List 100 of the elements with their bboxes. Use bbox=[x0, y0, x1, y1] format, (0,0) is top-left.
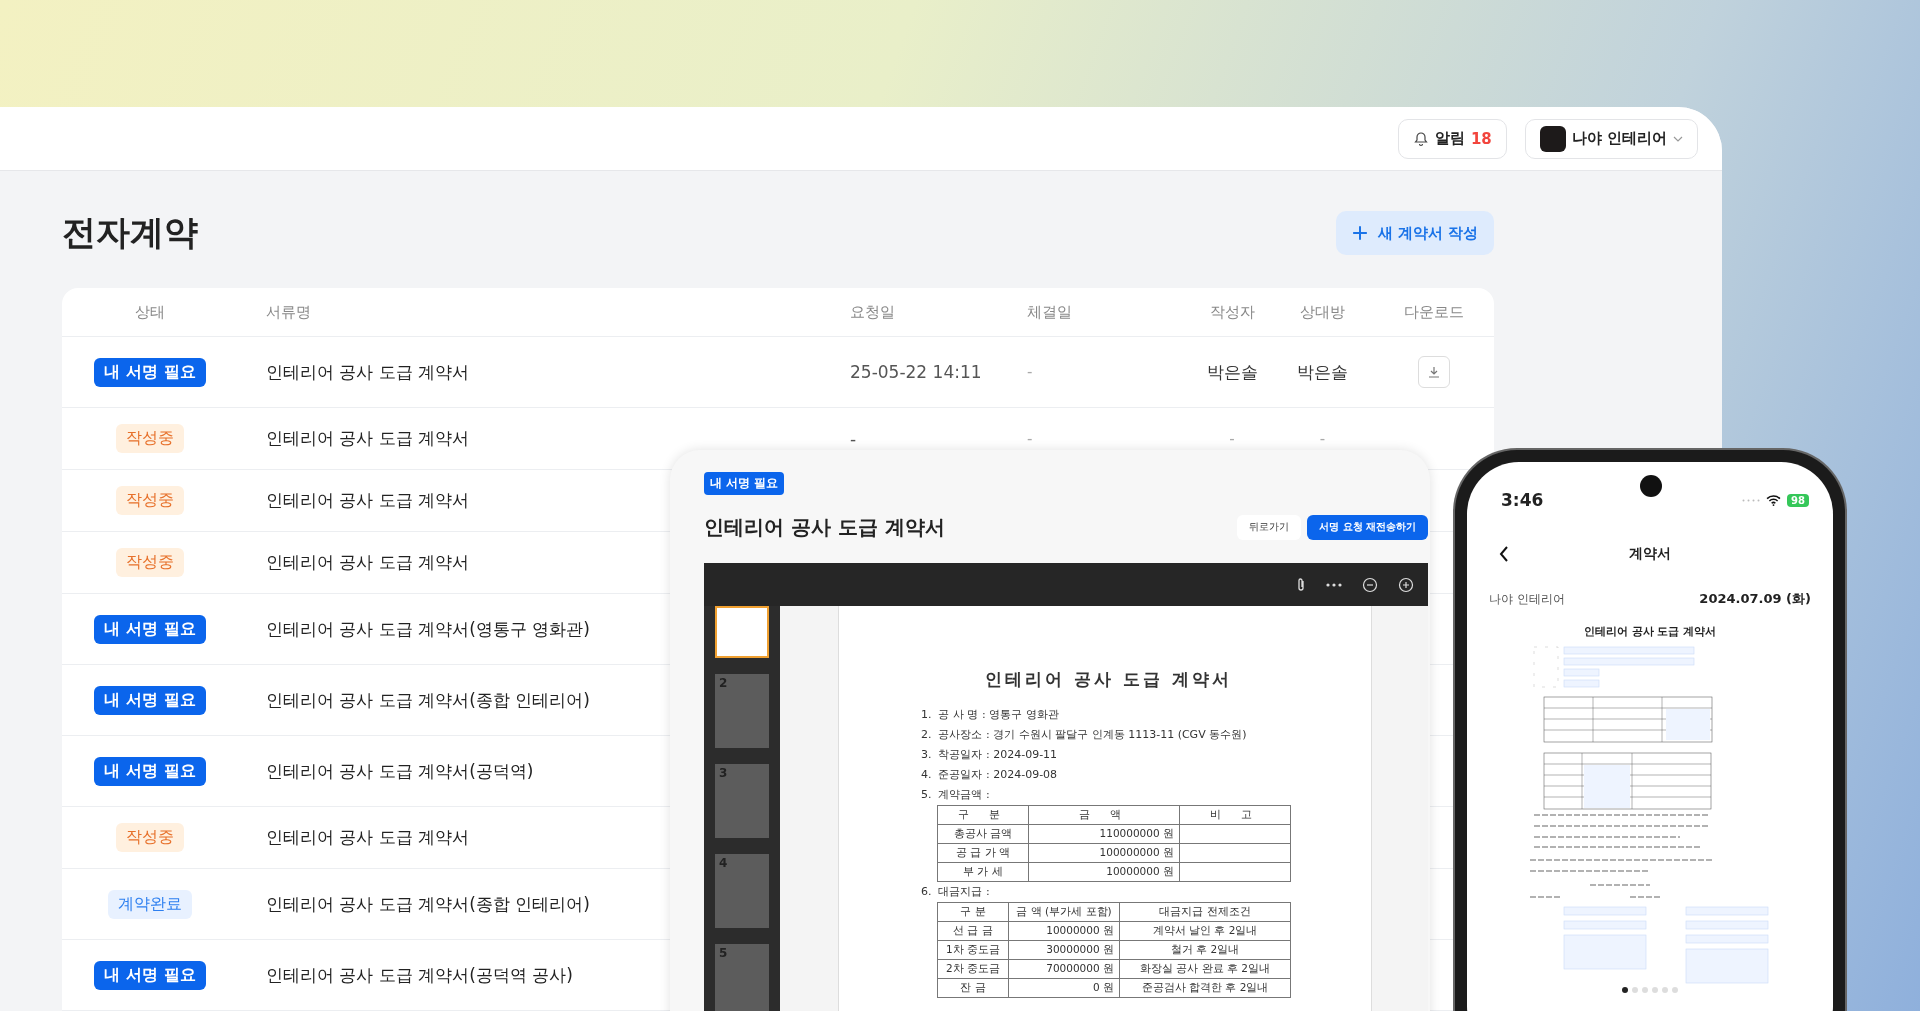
status-badge: 내 서명 필요 bbox=[94, 960, 206, 990]
zoom-out-icon[interactable] bbox=[1362, 576, 1378, 593]
contract-title: 인테리어 공사 도급 계약서 bbox=[1582, 624, 1718, 639]
column-header: 상대방 bbox=[1299, 302, 1346, 322]
status-badge: 내 서명 필요 bbox=[704, 472, 785, 495]
column-header: 체결일 bbox=[1027, 302, 1073, 322]
counterparty-name: - bbox=[1318, 429, 1327, 448]
request-date: - bbox=[850, 428, 858, 449]
action-button[interactable]: 서명 요청 재전송하기 bbox=[1307, 514, 1428, 540]
document-name[interactable]: 인테리어 공사 도급 계약서(공덕역 공사) bbox=[266, 964, 573, 985]
status-badge: 작성중 bbox=[116, 548, 184, 577]
table-header: 금 액 (부가세 포함) bbox=[1008, 902, 1120, 922]
table-cell: 2차 중도금 bbox=[937, 959, 1009, 979]
status-badge: 작성중 bbox=[116, 486, 184, 515]
contract-clause: 5. 계약금액 : bbox=[921, 787, 991, 803]
more-icon[interactable] bbox=[1326, 582, 1342, 587]
page-thumbnail[interactable] bbox=[715, 606, 769, 658]
table-cell: 10000000 원 bbox=[1008, 921, 1120, 941]
table-cell: 30000000 원 bbox=[1008, 940, 1120, 960]
page-indicator-dot[interactable] bbox=[1642, 987, 1648, 993]
signed-date: - bbox=[1027, 363, 1034, 381]
column-header: 요청일 bbox=[850, 302, 896, 322]
contract-clause: 4. 준공일자 : 2024-09-08 bbox=[921, 767, 1059, 783]
table-cell: 10000000 원 bbox=[1028, 862, 1180, 882]
logo-icon bbox=[1539, 125, 1566, 152]
download-button[interactable] bbox=[1417, 356, 1450, 388]
company-name: 나야 인테리어 bbox=[1489, 590, 1565, 608]
column-header: 서류명 bbox=[265, 302, 312, 322]
table-header: 비 고 bbox=[1179, 805, 1291, 825]
contract-title: 인테리어 공사 도급 계약서 bbox=[985, 668, 1233, 691]
action-button[interactable]: 뒤로가기 bbox=[1237, 514, 1302, 540]
page-indicator-dot[interactable] bbox=[1662, 987, 1668, 993]
document-name[interactable]: 인테리어 공사 도급 계약서 bbox=[266, 552, 470, 572]
status-badge: 내 서명 필요 bbox=[94, 685, 206, 715]
page-indicator-dot[interactable] bbox=[1622, 987, 1628, 993]
table-cell: 1차 중도금 bbox=[937, 940, 1009, 960]
author-name: - bbox=[1228, 429, 1236, 448]
plus-icon bbox=[1351, 225, 1368, 241]
camera-icon bbox=[1640, 475, 1662, 497]
table-cell: 선 급 금 bbox=[937, 921, 1009, 941]
table-cell: 110000000 원 bbox=[1028, 824, 1180, 844]
paperclip-icon[interactable] bbox=[1296, 576, 1306, 593]
request-date: 25-05-22 14:11 bbox=[850, 362, 983, 382]
notification-button[interactable]: 알림 18 bbox=[1397, 118, 1507, 159]
document-name[interactable]: 인테리어 공사 도급 계약서(영통구 영화관) bbox=[266, 618, 590, 639]
document-name[interactable]: 인테리어 공사 도급 계약서 bbox=[266, 490, 470, 510]
contract-clause: 1. 공 사 명 : 영통구 영화관 bbox=[921, 707, 1060, 723]
caret-icon bbox=[1673, 135, 1683, 142]
page-title: 전자계약 bbox=[62, 211, 198, 254]
status-badge: 내 서명 필요 bbox=[94, 756, 206, 786]
document-name[interactable]: 인테리어 공사 도급 계약서(공덕역) bbox=[266, 760, 534, 781]
contract-date: 2024.07.09 (화) bbox=[1699, 590, 1811, 608]
counterparty-name: 박은솔 bbox=[1296, 360, 1349, 384]
table-header: 대금지급 전제조건 bbox=[1119, 902, 1291, 922]
download-icon bbox=[1426, 365, 1441, 379]
signed-date: - bbox=[1027, 429, 1034, 448]
bell-icon bbox=[1412, 130, 1429, 147]
table-cell: 0 원 bbox=[1008, 978, 1120, 998]
table-cell: 100000000 원 bbox=[1028, 843, 1180, 863]
page-indicator-dot[interactable] bbox=[1672, 987, 1678, 993]
column-header: 작성자 bbox=[1208, 302, 1256, 322]
table-header: 금 액 bbox=[1028, 805, 1180, 825]
table-header: 구 분 bbox=[937, 805, 1029, 825]
contract-clause: 3. 착공일자 : 2024-09-11 bbox=[921, 747, 1059, 763]
document-name[interactable]: 인테리어 공사 도급 계약서 bbox=[266, 361, 470, 382]
new-contract-button[interactable]: 새 계약서 작성 bbox=[1335, 211, 1494, 255]
status-badge: 작성중 bbox=[116, 823, 184, 852]
contract-clause: 6. 대금지급 : bbox=[921, 884, 991, 900]
table-cell: 공 급 가 액 bbox=[937, 843, 1029, 863]
account-dropdown[interactable]: 나야 인테리어 bbox=[1524, 118, 1698, 159]
table-cell: 철거 후 2일내 bbox=[1119, 940, 1291, 960]
document-title: 인테리어 공사 도급 계약서 bbox=[704, 513, 945, 541]
status-time: 3:46 bbox=[1501, 490, 1544, 510]
document-name[interactable]: 인테리어 공사 도급 계약서 bbox=[266, 428, 470, 448]
table-cell: 70000000 원 bbox=[1008, 959, 1120, 979]
status-badge: 내 서명 필요 bbox=[94, 357, 206, 387]
wifi-icon bbox=[1766, 494, 1782, 506]
status-badge: 내 서명 필요 bbox=[94, 614, 206, 644]
table-cell: 준공검사 합격한 후 2일내 bbox=[1119, 978, 1291, 998]
table-cell: 화장실 공사 완료 후 2일내 bbox=[1119, 959, 1291, 979]
document-name[interactable]: 인테리어 공사 도급 계약서 bbox=[266, 827, 470, 847]
column-header: 상태 bbox=[134, 302, 166, 322]
contract-clause: 2. 공사장소 : 경기 수원시 팔달구 인계동 1113-11 (CGV 동수원) bbox=[921, 727, 1248, 743]
zoom-in-icon[interactable] bbox=[1398, 576, 1414, 593]
battery-indicator: 98 bbox=[1787, 493, 1809, 507]
status-badge: 계약완료 bbox=[108, 889, 192, 919]
column-header: 다운로드 bbox=[1402, 302, 1465, 322]
author-name: 박은솔 bbox=[1205, 360, 1259, 384]
table-cell: 계약서 날인 후 2일내 bbox=[1119, 921, 1291, 941]
page-indicator-dot[interactable] bbox=[1652, 987, 1658, 993]
table-header: 구 분 bbox=[937, 902, 1009, 922]
document-name[interactable]: 인테리어 공사 도급 계약서(종합 인테리어) bbox=[266, 893, 590, 914]
table-cell: 총공사 금액 bbox=[937, 824, 1029, 844]
page-indicator-dot[interactable] bbox=[1632, 987, 1638, 993]
table-cell: 잔 금 bbox=[937, 978, 1009, 998]
document-name[interactable]: 인테리어 공사 도급 계약서(종합 인테리어) bbox=[266, 689, 590, 710]
screen-title: 계약서 bbox=[1629, 545, 1671, 563]
table-cell: 부 가 세 bbox=[937, 862, 1029, 882]
back-icon[interactable] bbox=[1499, 546, 1509, 562]
status-badge: 작성중 bbox=[116, 424, 184, 453]
